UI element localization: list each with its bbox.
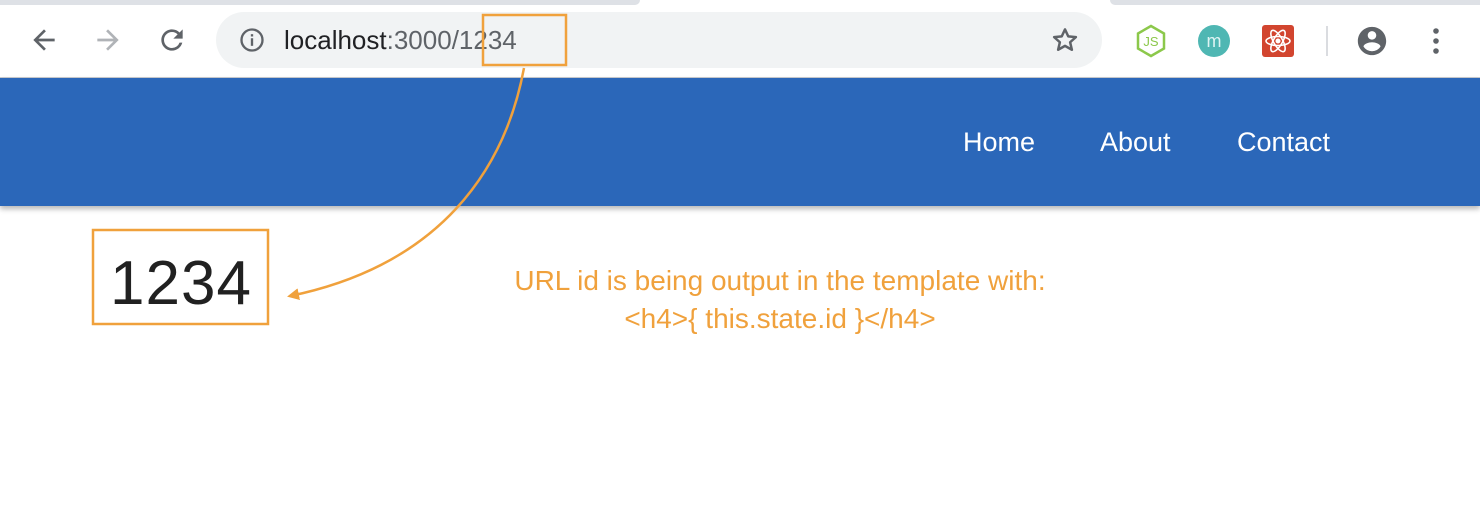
url-port-path: :3000/	[386, 25, 459, 55]
reload-button[interactable]	[152, 20, 192, 60]
account-circle-icon	[1357, 26, 1387, 56]
tab-strip-edge	[0, 0, 640, 5]
url-text[interactable]: localhost:3000/1234	[284, 26, 517, 54]
app-navbar: Home About Contact	[0, 78, 1480, 206]
address-bar[interactable]: localhost:3000/1234	[216, 12, 1102, 68]
annotation-line-1: URL id is being output in the template w…	[514, 265, 1046, 296]
browser-menu-button[interactable]	[1419, 24, 1453, 58]
profile-button[interactable]	[1355, 24, 1389, 58]
annotation-text: URL id is being output in the template w…	[470, 262, 1090, 338]
react-devtools-extension-icon[interactable]	[1261, 24, 1295, 58]
annotation-line-2: <h4>{ this.state.id }</h4>	[624, 303, 936, 334]
url-host: localhost	[284, 25, 387, 55]
info-circle-icon[interactable]	[238, 26, 266, 54]
nodejs-extension-icon[interactable]: JS	[1134, 24, 1168, 58]
star-icon[interactable]	[1050, 25, 1080, 55]
toolbar-divider	[1326, 26, 1328, 56]
reload-icon	[161, 29, 183, 51]
url-id: 1234	[458, 25, 517, 55]
browser-toolbar: localhost:3000/1234 JS m	[0, 0, 1480, 78]
kebab-menu-icon	[1433, 28, 1439, 54]
arrow-left-icon	[33, 29, 55, 51]
page-id-heading: 1234	[110, 249, 252, 318]
m-extension-label: m	[1207, 31, 1222, 51]
m-extension-icon[interactable]: m	[1197, 24, 1231, 58]
back-button[interactable]	[24, 20, 64, 60]
forward-button[interactable]	[88, 20, 128, 60]
arrow-right-icon	[97, 29, 119, 51]
nav-link-contact[interactable]: Contact	[1237, 126, 1330, 158]
nav-link-about[interactable]: About	[1100, 126, 1171, 158]
nav-link-home[interactable]: Home	[963, 126, 1035, 158]
tab-strip-edge	[1110, 0, 1480, 5]
nodejs-extension-label: JS	[1143, 34, 1159, 49]
